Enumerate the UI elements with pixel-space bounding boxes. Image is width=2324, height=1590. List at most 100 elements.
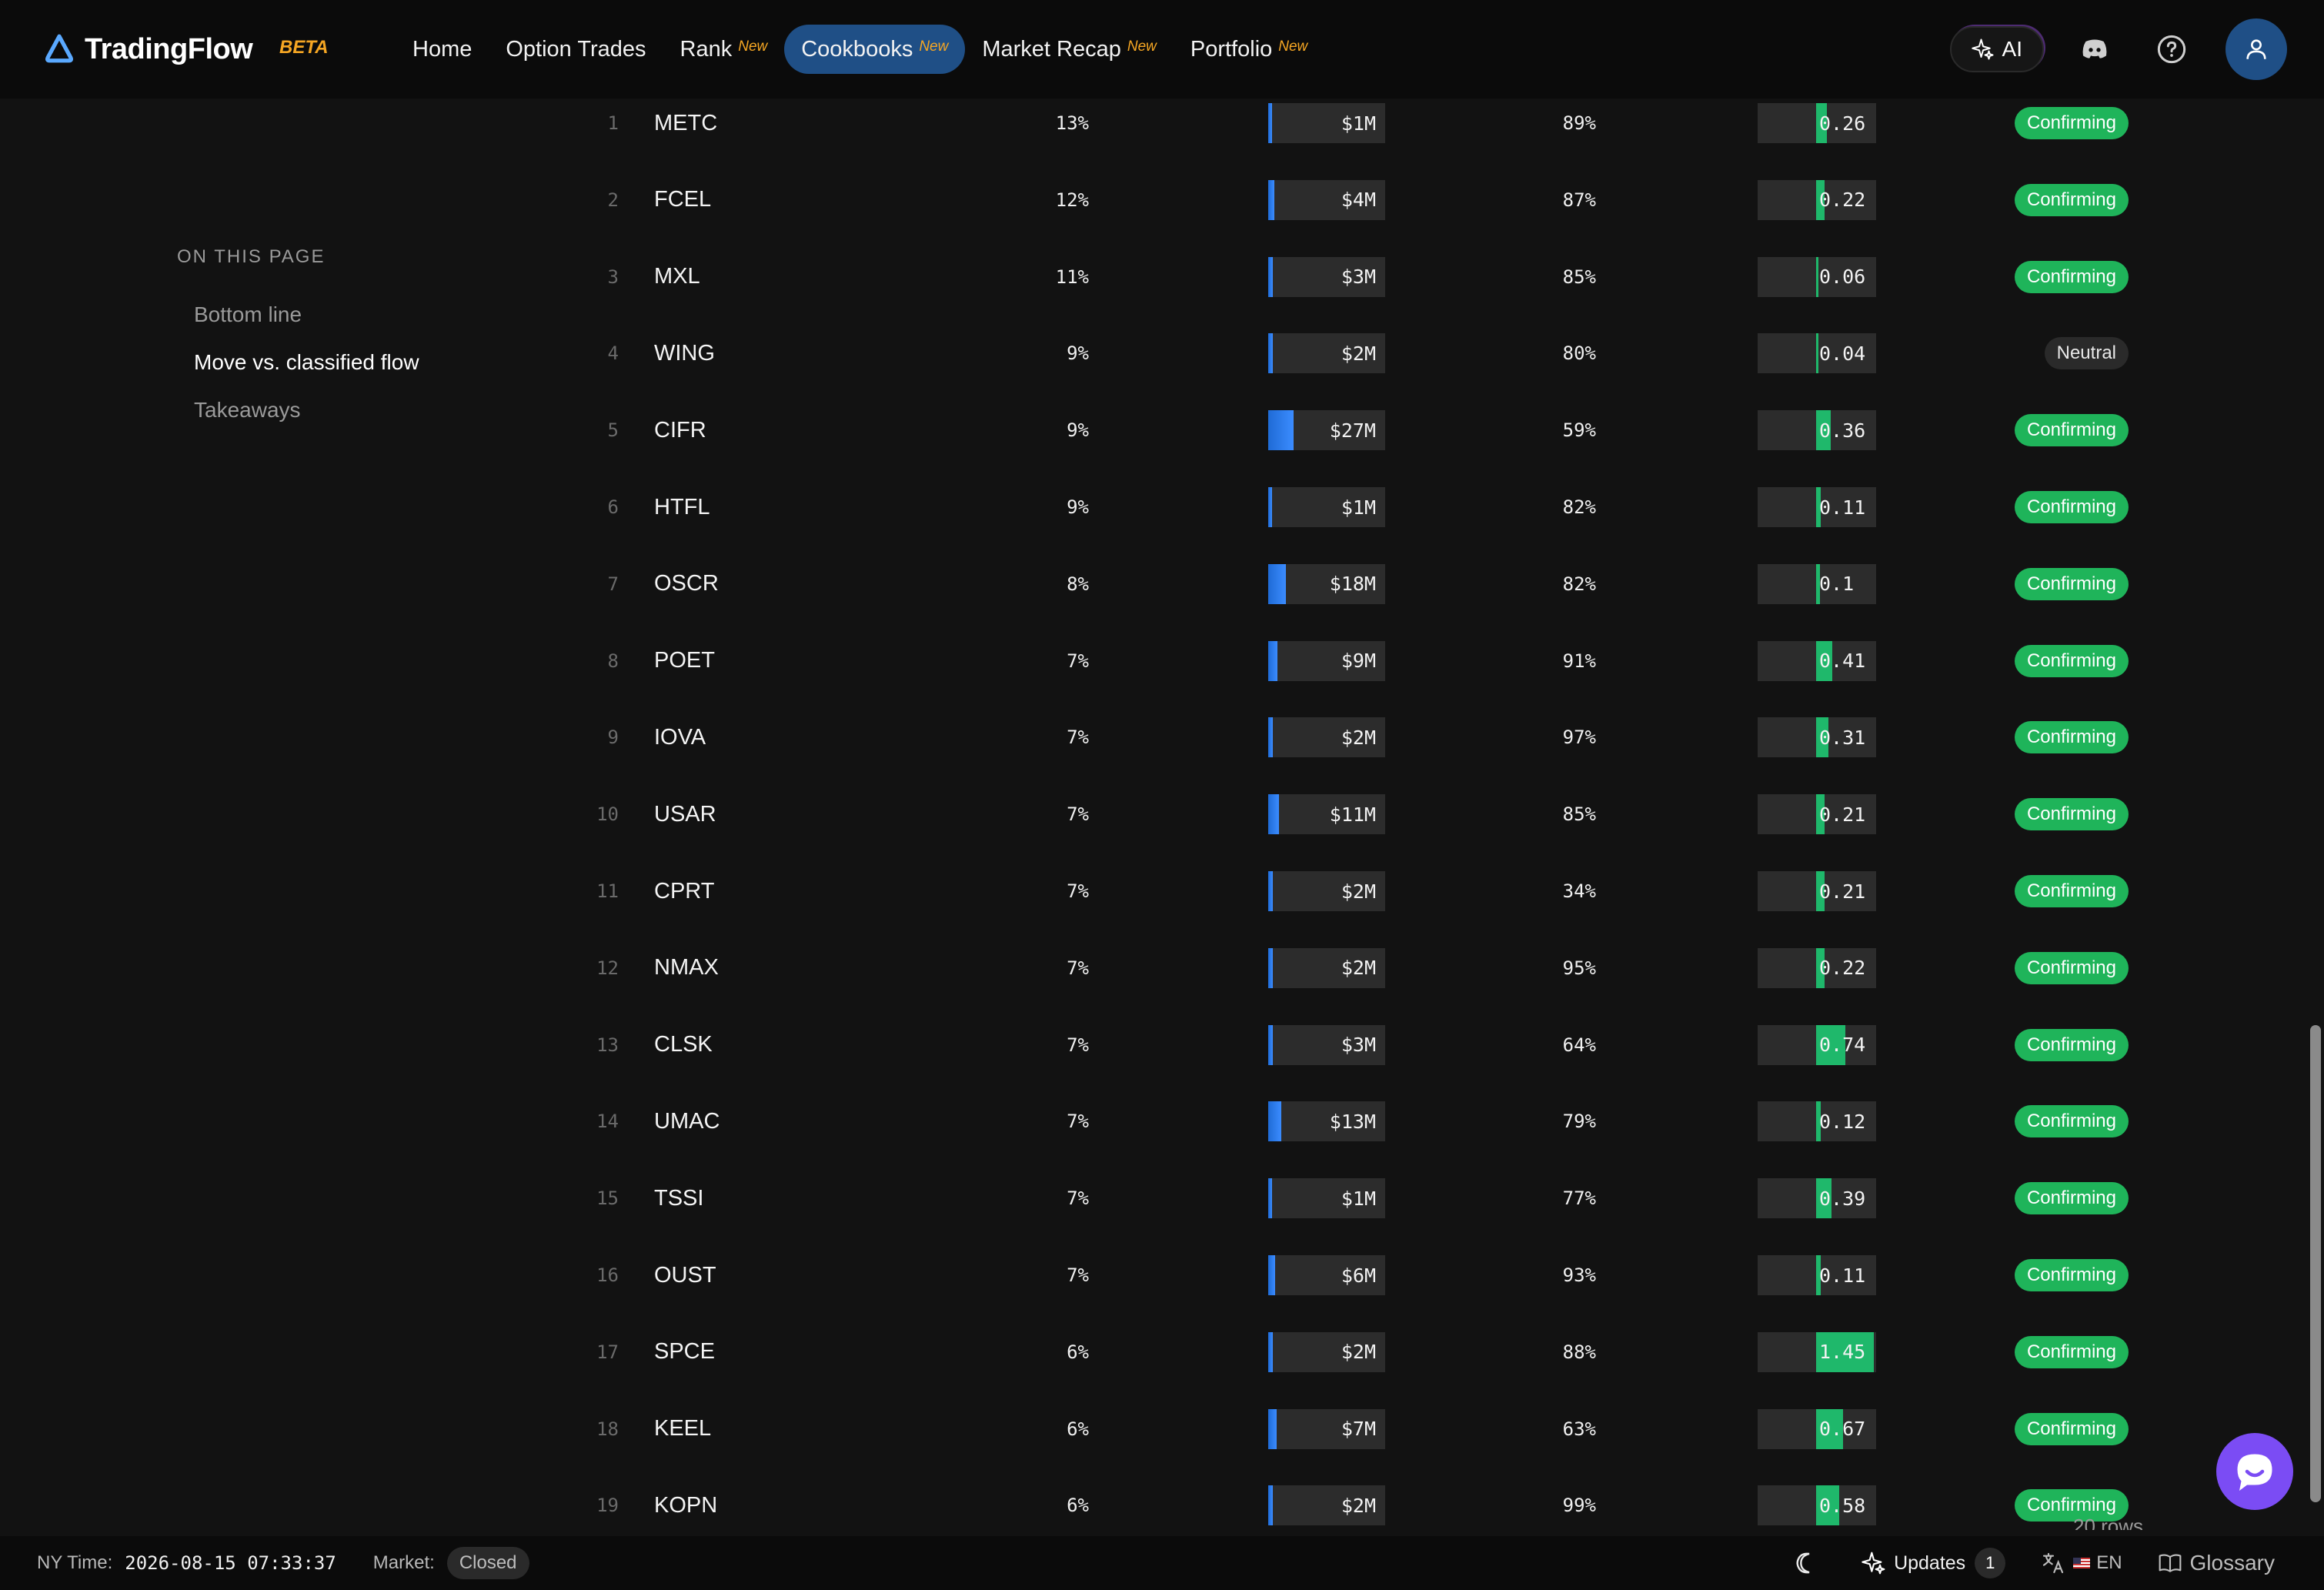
- premium-cell: $2M: [1268, 854, 1385, 928]
- classified-percent: 59%: [1562, 419, 1596, 442]
- help-icon: [2157, 35, 2186, 64]
- move-percent: 7%: [1067, 803, 1089, 826]
- table-row[interactable]: 13 CLSK 7% $3M 64% 0.74 Confirming: [585, 1008, 2129, 1082]
- nav-market-recap[interactable]: Market Recap New: [965, 25, 1174, 74]
- classified-percent: 88%: [1562, 1341, 1596, 1363]
- ticker-symbol[interactable]: SPCE: [654, 1315, 715, 1389]
- score-cell: 0.58: [1758, 1468, 1876, 1542]
- premium-bar: $1M: [1268, 487, 1385, 527]
- ticker-symbol[interactable]: KOPN: [654, 1468, 717, 1542]
- nav-rank-label: Rank: [680, 36, 733, 62]
- table-row[interactable]: 14 UMAC 7% $13M 79% 0.12 Confirming: [585, 1084, 2129, 1158]
- scrollbar-track[interactable]: [2306, 99, 2324, 1527]
- toc-item-move-vs-classified-flow[interactable]: Move vs. classified flow: [194, 339, 419, 386]
- chat-button[interactable]: [2216, 1433, 2293, 1510]
- table-row[interactable]: 2 FCEL 12% $4M 87% 0.22 Confirming: [585, 163, 2129, 237]
- row-rank: 18: [596, 1418, 619, 1440]
- table-row[interactable]: 19 KOPN 6% $2M 99% 0.58 Confirming: [585, 1468, 2129, 1542]
- theme-toggle[interactable]: [1794, 1551, 1826, 1575]
- table-row[interactable]: 5 CIFR 9% $27M 59% 0.36 Confirming: [585, 393, 2129, 467]
- updates-button[interactable]: Updates 1: [1862, 1548, 2006, 1578]
- nav-portfolio[interactable]: Portfolio New: [1174, 25, 1324, 74]
- table-row[interactable]: 16 OUST 7% $6M 93% 0.11 Confirming: [585, 1238, 2129, 1312]
- score-bar: 0.41: [1758, 640, 1876, 681]
- ticker-symbol[interactable]: OUST: [654, 1238, 716, 1312]
- ticker-symbol[interactable]: CIFR: [654, 393, 706, 467]
- premium-bar-fill: [1268, 717, 1273, 758]
- ticker-symbol[interactable]: TSSI: [654, 1161, 703, 1235]
- ticker-symbol[interactable]: POET: [654, 624, 715, 698]
- score-value: 0.12: [1819, 1110, 1866, 1133]
- table-row[interactable]: 18 KEEL 6% $7M 63% 0.67 Confirming: [585, 1392, 2129, 1466]
- row-rank: 14: [596, 1111, 619, 1133]
- verdict-badge: Confirming: [2014, 798, 2129, 831]
- premium-bar-fill: [1268, 563, 1286, 604]
- score-value: 0.21: [1819, 880, 1866, 903]
- user-avatar[interactable]: [2225, 18, 2287, 80]
- discord-button[interactable]: [2072, 26, 2118, 72]
- score-value: 0.11: [1819, 496, 1866, 519]
- verdict-cell: Confirming: [2013, 931, 2129, 1005]
- brand-logo[interactable]: TradingFlow: [43, 31, 253, 68]
- table-row[interactable]: 7 OSCR 8% $18M 82% 0.1 Confirming: [585, 547, 2129, 621]
- verdict-cell: Confirming: [2013, 1238, 2129, 1312]
- ticker-symbol[interactable]: WING: [654, 316, 715, 390]
- premium-bar-fill: [1268, 487, 1272, 527]
- table-row[interactable]: 10 USAR 7% $11M 85% 0.21 Confirming: [585, 777, 2129, 851]
- table-row[interactable]: 12 NMAX 7% $2M 95% 0.22 Confirming: [585, 931, 2129, 1005]
- ticker-symbol[interactable]: MXL: [654, 240, 700, 314]
- table-row[interactable]: 8 POET 7% $9M 91% 0.41 Confirming: [585, 624, 2129, 698]
- ticker-symbol[interactable]: IOVA: [654, 700, 706, 774]
- score-bar: 0.11: [1758, 1255, 1876, 1295]
- ticker-symbol[interactable]: UMAC: [654, 1084, 720, 1158]
- table-row[interactable]: 11 CPRT 7% $2M 34% 0.21 Confirming: [585, 854, 2129, 928]
- scrollbar-thumb[interactable]: [2310, 1025, 2321, 1502]
- row-rank: 8: [607, 650, 619, 672]
- ticker-symbol[interactable]: CLSK: [654, 1008, 713, 1082]
- premium-cell: $1M: [1268, 470, 1385, 544]
- toc-item-bottom-line[interactable]: Bottom line: [194, 291, 419, 339]
- premium-cell: $2M: [1268, 700, 1385, 774]
- nav-market-recap-label: Market Recap: [982, 36, 1121, 62]
- table-row[interactable]: 4 WING 9% $2M 80% 0.04 Neutral: [585, 316, 2129, 390]
- table-row[interactable]: 3 MXL 11% $3M 85% 0.06 Confirming: [585, 240, 2129, 314]
- toc-title: ON THIS PAGE: [177, 246, 326, 267]
- glossary-button[interactable]: Glossary: [2158, 1551, 2275, 1575]
- ticker-symbol[interactable]: HTFL: [654, 470, 710, 544]
- row-rank: 2: [607, 189, 619, 211]
- score-value: 0.36: [1819, 419, 1866, 442]
- ticker-symbol[interactable]: CPRT: [654, 854, 714, 928]
- row-rank: 6: [607, 496, 619, 518]
- table-row[interactable]: 15 TSSI 7% $1M 77% 0.39 Confirming: [585, 1161, 2129, 1235]
- score-cell: 0.06: [1758, 240, 1876, 314]
- score-bar: 0.74: [1758, 1024, 1876, 1065]
- score-bar: 0.39: [1758, 1178, 1876, 1219]
- status-footer: NY Time: 2026-08-15 07:33:37 Market: Clo…: [0, 1536, 2324, 1590]
- help-button[interactable]: [2149, 26, 2195, 72]
- verdict-badge: Neutral: [2044, 337, 2129, 370]
- premium-cell: $2M: [1268, 1468, 1385, 1542]
- table-row[interactable]: 17 SPCE 6% $2M 88% 1.45 Confirming: [585, 1315, 2129, 1389]
- score-bar: 0.1: [1758, 563, 1876, 604]
- ticker-symbol[interactable]: USAR: [654, 777, 716, 851]
- nav-rank[interactable]: Rank New: [663, 25, 785, 74]
- move-percent: 7%: [1067, 727, 1089, 749]
- nav-cookbooks[interactable]: Cookbooks New: [784, 25, 966, 74]
- ticker-symbol[interactable]: FCEL: [654, 163, 711, 237]
- table-row[interactable]: 9 IOVA 7% $2M 97% 0.31 Confirming: [585, 700, 2129, 774]
- move-percent: 6%: [1067, 1495, 1089, 1517]
- beta-badge: BETA: [279, 37, 329, 58]
- ai-button[interactable]: AI: [1949, 26, 2044, 72]
- ticker-symbol[interactable]: NMAX: [654, 931, 719, 1005]
- verdict-badge: Confirming: [2014, 107, 2129, 139]
- classified-percent: 63%: [1562, 1418, 1596, 1440]
- footer-left: NY Time: 2026-08-15 07:33:37 Market: Clo…: [37, 1536, 529, 1590]
- move-percent: 7%: [1067, 1264, 1089, 1286]
- toc-item-takeaways[interactable]: Takeaways: [194, 386, 419, 434]
- nav-option-trades[interactable]: Option Trades: [489, 25, 663, 74]
- nav-home[interactable]: Home: [396, 25, 489, 74]
- ticker-symbol[interactable]: OSCR: [654, 547, 719, 621]
- language-selector[interactable]: EN: [2041, 1551, 2122, 1575]
- table-row[interactable]: 6 HTFL 9% $1M 82% 0.11 Confirming: [585, 470, 2129, 544]
- ticker-symbol[interactable]: KEEL: [654, 1392, 711, 1466]
